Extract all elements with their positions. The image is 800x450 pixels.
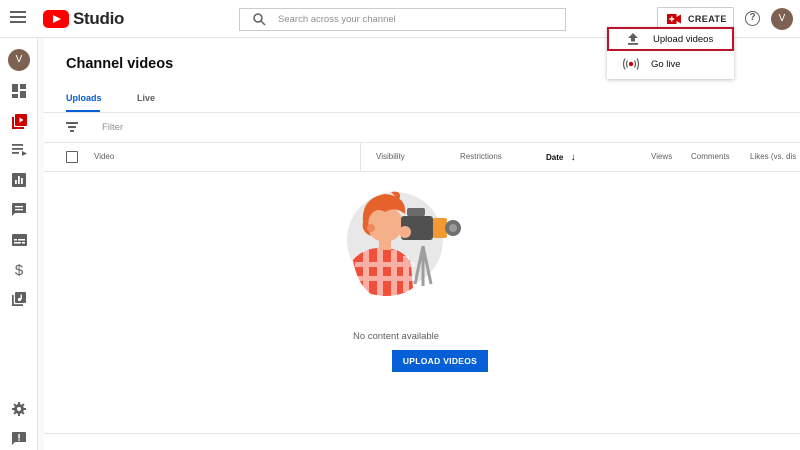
logo-text: Studio xyxy=(73,9,125,28)
filter-input[interactable] xyxy=(102,122,302,133)
upload-videos-button[interactable]: UPLOAD VIDEOS xyxy=(392,350,488,372)
help-icon[interactable]: ? xyxy=(745,11,760,26)
column-video: Video xyxy=(94,152,115,161)
tab-bar: Uploads Live xyxy=(44,86,800,113)
youtube-logo-icon xyxy=(43,10,69,28)
select-all-checkbox[interactable] xyxy=(66,151,78,163)
channel-avatar[interactable]: V xyxy=(8,49,30,71)
avatar[interactable]: V xyxy=(771,8,793,30)
active-tab-indicator xyxy=(66,110,100,112)
filter-icon[interactable] xyxy=(66,122,78,132)
menu-item-label: Upload videos xyxy=(653,33,714,45)
dashboard-icon[interactable] xyxy=(11,83,27,99)
tab-live[interactable]: Live xyxy=(137,93,155,103)
table-header: Video Visibility Restrictions Date ↓ Vie… xyxy=(44,143,800,172)
sidebar: V $ xyxy=(0,38,38,450)
search-input[interactable] xyxy=(278,14,548,25)
panel-bottom-border xyxy=(44,433,800,434)
search-icon[interactable] xyxy=(240,9,278,30)
create-label: CREATE xyxy=(688,14,727,24)
menu-item-upload-videos[interactable]: Upload videos xyxy=(607,27,734,51)
settings-icon[interactable] xyxy=(11,401,27,417)
tab-uploads[interactable]: Uploads xyxy=(66,93,102,103)
feedback-icon[interactable] xyxy=(11,431,27,447)
empty-state-illustration xyxy=(347,191,461,296)
column-restrictions[interactable]: Restrictions xyxy=(460,152,502,161)
upload-icon xyxy=(625,31,641,47)
analytics-icon[interactable] xyxy=(11,172,27,188)
sort-descending-icon: ↓ xyxy=(570,152,576,163)
column-comments[interactable]: Comments xyxy=(691,152,730,161)
monetization-icon[interactable]: $ xyxy=(11,262,27,279)
playlists-icon[interactable] xyxy=(11,142,27,158)
column-divider xyxy=(360,143,361,172)
empty-state-text: No content available xyxy=(352,331,440,342)
subtitles-icon[interactable] xyxy=(11,232,27,248)
column-visibility[interactable]: Visibility xyxy=(376,152,405,161)
studio-logo[interactable]: Studio xyxy=(43,9,124,29)
hamburger-menu-icon[interactable] xyxy=(10,11,26,25)
go-live-icon xyxy=(623,56,639,72)
search-box[interactable] xyxy=(239,8,566,31)
column-views[interactable]: Views xyxy=(651,152,672,161)
column-date-label: Date xyxy=(546,153,564,162)
video-camera-icon xyxy=(667,14,681,24)
filter-bar xyxy=(44,113,800,143)
column-date[interactable]: Date ↓ xyxy=(546,152,576,163)
audio-library-icon[interactable] xyxy=(11,291,27,307)
create-dropdown-menu: Upload videos Go live xyxy=(607,27,734,79)
page-title: Channel videos xyxy=(66,56,174,72)
content-icon[interactable] xyxy=(11,113,27,129)
menu-item-label: Go live xyxy=(651,58,681,70)
menu-item-go-live[interactable]: Go live xyxy=(607,51,734,77)
column-likes[interactable]: Likes (vs. dis xyxy=(750,152,796,161)
comments-icon[interactable] xyxy=(11,202,27,218)
